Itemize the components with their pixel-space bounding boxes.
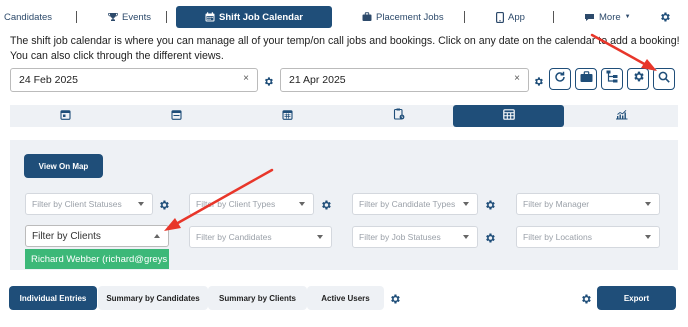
- nav-candidates[interactable]: Candidates: [4, 6, 54, 28]
- caret-down-icon: [299, 202, 305, 206]
- nav-divider: [464, 11, 465, 23]
- end-date-input[interactable]: 21 Apr 2025 ×: [280, 68, 529, 92]
- locations-filter[interactable]: Filter by Locations: [516, 226, 660, 248]
- nav-placement-jobs-label: Placement Jobs: [376, 11, 444, 23]
- gear-icon[interactable]: [320, 198, 332, 210]
- clipboard-icon: [393, 107, 405, 125]
- nav-divider: [166, 11, 167, 23]
- candidates-placeholder: Filter by Candidates: [196, 232, 272, 242]
- tab-table-view[interactable]: [453, 105, 564, 127]
- nav-placement-jobs[interactable]: Placement Jobs: [362, 6, 444, 28]
- top-nav: Candidates Events Shift Job Calendar Pla…: [0, 6, 688, 28]
- clear-end-date-icon[interactable]: ×: [514, 73, 520, 84]
- start-date-value: 24 Feb 2025: [19, 74, 78, 86]
- caret-down-icon: [645, 235, 651, 239]
- candidate-types-placeholder: Filter by Candidate Types: [359, 199, 456, 209]
- nav-app[interactable]: App: [496, 6, 525, 28]
- search-icon: [658, 70, 670, 88]
- settings-button[interactable]: [627, 68, 649, 90]
- tab-day-view[interactable]: [10, 105, 121, 127]
- jobs-button[interactable]: [575, 68, 597, 90]
- caret-down-icon: ▼: [624, 14, 631, 20]
- locations-placeholder: Filter by Locations: [523, 232, 592, 242]
- table-icon: [502, 107, 515, 125]
- client-statuses-placeholder: Filter by Client Statuses: [32, 199, 122, 209]
- refresh-icon: [554, 70, 566, 88]
- refresh-button[interactable]: [549, 68, 571, 90]
- tab-clipboard-view[interactable]: [343, 105, 454, 127]
- manager-placeholder: Filter by Manager: [523, 199, 590, 209]
- end-date-value: 21 Apr 2025: [289, 74, 346, 86]
- phone-icon: [496, 11, 504, 23]
- nav-candidates-label: Candidates: [4, 11, 53, 23]
- clear-start-date-icon[interactable]: ×: [243, 73, 249, 84]
- caret-down-icon: [138, 202, 144, 206]
- briefcase-icon: [580, 70, 593, 88]
- gear-icon[interactable]: [580, 292, 592, 304]
- nav-events-label: Events: [122, 11, 152, 23]
- gear-icon[interactable]: [533, 74, 545, 86]
- calendar-view-tabs: [10, 105, 678, 127]
- gear-icon[interactable]: [158, 198, 170, 210]
- tab-month-view[interactable]: [232, 105, 343, 127]
- caret-down-icon: [463, 235, 469, 239]
- calendar-icon: [205, 12, 215, 22]
- nav-settings[interactable]: [659, 6, 671, 28]
- nav-divider: [76, 11, 77, 23]
- tab-active-users[interactable]: Active Users: [307, 286, 384, 310]
- clients-dropdown-option[interactable]: Richard Webber (richard@greys: [25, 249, 169, 269]
- hierarchy-button[interactable]: [601, 68, 623, 90]
- search-button[interactable]: [653, 68, 675, 90]
- view-on-map-button[interactable]: View On Map: [24, 154, 103, 178]
- start-date-input[interactable]: 24 Feb 2025 ×: [10, 68, 258, 92]
- calendar-month-icon: [282, 107, 293, 125]
- nav-shift-job-calendar-label: Shift Job Calendar: [219, 11, 303, 23]
- nav-shift-job-calendar[interactable]: Shift Job Calendar: [176, 6, 332, 28]
- client-types-filter[interactable]: Filter by Client Types: [189, 193, 314, 215]
- chart-icon: [615, 107, 628, 125]
- client-types-placeholder: Filter by Client Types: [196, 199, 276, 209]
- calendar-week-icon: [171, 107, 182, 125]
- nav-more[interactable]: More ▼: [584, 6, 631, 28]
- comment-icon: [584, 13, 595, 22]
- gear-icon: [659, 11, 671, 23]
- gear-icon: [632, 70, 645, 88]
- calendar-day-icon: [60, 107, 71, 125]
- client-statuses-filter[interactable]: Filter by Client Statuses: [25, 193, 153, 215]
- nav-divider: [553, 11, 554, 23]
- intro-text: The shift job calendar is where you can …: [10, 35, 680, 62]
- candidates-filter[interactable]: Filter by Candidates: [189, 226, 332, 248]
- tab-week-view[interactable]: [121, 105, 232, 127]
- clients-filter[interactable]: Filter by Clients: [25, 225, 169, 247]
- tab-individual-entries[interactable]: Individual Entries: [9, 286, 97, 310]
- job-statuses-placeholder: Filter by Job Statuses: [359, 232, 441, 242]
- tab-summary-by-candidates[interactable]: Summary by Candidates: [98, 286, 208, 310]
- nav-app-label: App: [508, 11, 525, 23]
- gear-icon[interactable]: [263, 74, 275, 86]
- briefcase-icon: [362, 12, 372, 22]
- caret-down-icon: [463, 202, 469, 206]
- nav-events[interactable]: Events: [108, 6, 151, 28]
- candidate-types-filter[interactable]: Filter by Candidate Types: [352, 193, 478, 215]
- trophy-icon: [108, 12, 118, 22]
- manager-filter[interactable]: Filter by Manager: [516, 193, 660, 215]
- gear-icon[interactable]: [389, 292, 401, 304]
- caret-down-icon: [645, 202, 651, 206]
- nav-more-label: More: [599, 11, 621, 23]
- tab-summary-by-clients[interactable]: Summary by Clients: [208, 286, 307, 310]
- caret-up-icon: [154, 234, 160, 238]
- job-statuses-filter[interactable]: Filter by Job Statuses: [352, 226, 478, 248]
- gear-icon[interactable]: [484, 231, 496, 243]
- clients-placeholder: Filter by Clients: [32, 230, 101, 242]
- gear-icon[interactable]: [484, 198, 496, 210]
- caret-down-icon: [317, 235, 323, 239]
- export-button[interactable]: Export: [597, 286, 676, 310]
- hierarchy-icon: [606, 70, 618, 88]
- tab-chart-view[interactable]: [564, 105, 678, 127]
